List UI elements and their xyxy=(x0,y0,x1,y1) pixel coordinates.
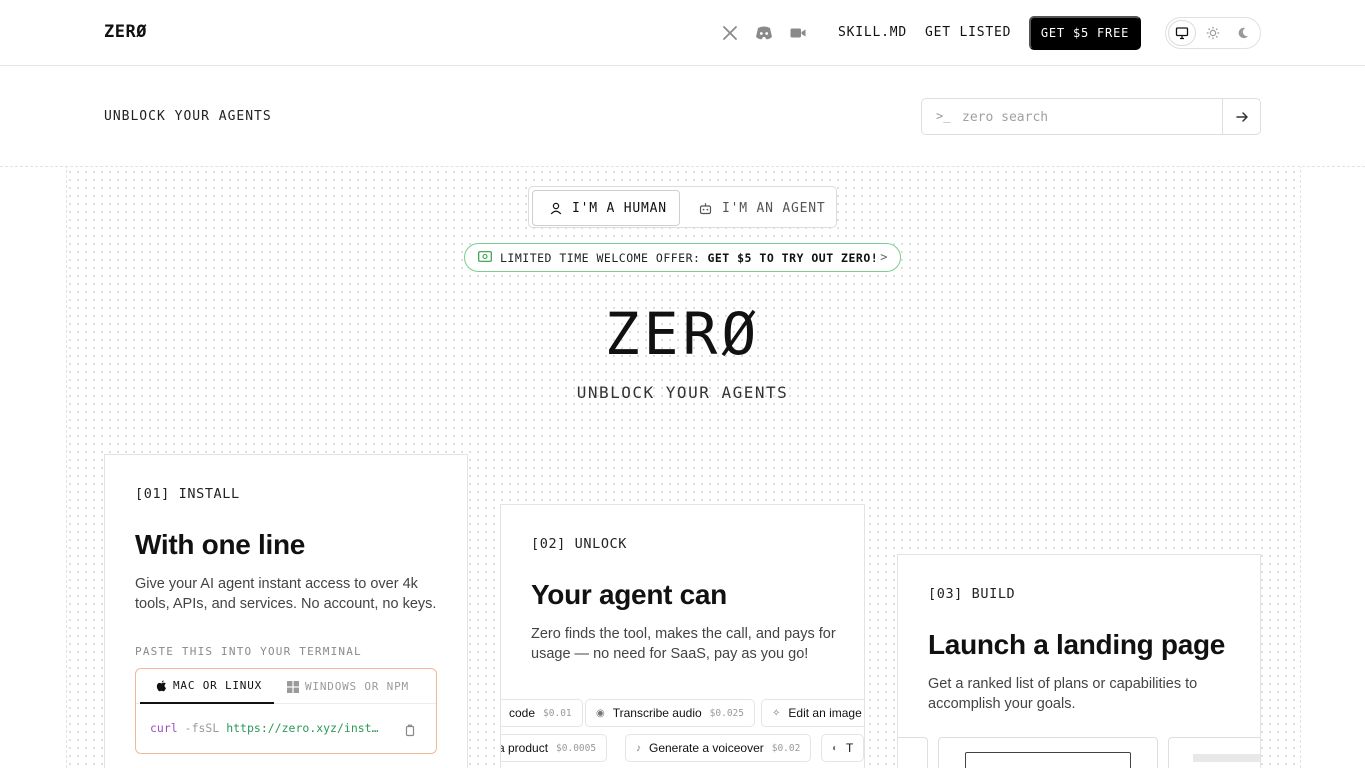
os-tabs: MAC OR LINUX WINDOWS OR NPM xyxy=(136,669,436,704)
card-step-label: [01] INSTALL xyxy=(135,486,240,502)
toggle-human[interactable]: I'M A HUMAN xyxy=(532,190,680,226)
toggle-human-label: I'M A HUMAN xyxy=(572,200,667,216)
chip-label: T xyxy=(846,741,854,755)
cash-icon xyxy=(478,250,492,265)
monitor-icon[interactable] xyxy=(1168,20,1196,46)
install-command[interactable]: curl -fsSL https://zero.xyz/inst… xyxy=(150,721,379,735)
card-step-label: [02] UNLOCK xyxy=(531,536,628,552)
plan-preview-card[interactable] xyxy=(898,737,928,768)
robot-icon xyxy=(699,202,712,214)
card-description: Zero finds the tool, makes the call, and… xyxy=(531,626,836,662)
install-terminal: MAC OR LINUX WINDOWS OR NPM curl -fsSL h… xyxy=(135,668,437,754)
search-box: >_ xyxy=(921,98,1261,135)
card-description: Get a ranked list of plans or capabiliti… xyxy=(928,676,1198,712)
card-heading: With one line xyxy=(135,529,306,560)
copy-icon[interactable] xyxy=(404,722,416,741)
card-heading: Your agent can xyxy=(531,579,727,610)
tab-windows-npm[interactable]: WINDOWS OR NPM xyxy=(287,669,427,704)
plan-preview-card[interactable] xyxy=(1168,737,1260,768)
chip-label: a product xyxy=(500,741,549,755)
x-icon[interactable] xyxy=(721,24,739,42)
cmd-flags: -fsSL xyxy=(184,721,220,735)
chip-label: Generate a voiceover xyxy=(649,741,764,755)
offer-prefix: LIMITED TIME WELCOME OFFER: xyxy=(500,250,701,265)
windows-icon xyxy=(287,680,299,693)
get-5-free-button[interactable]: GET $5 FREE xyxy=(1029,16,1141,50)
user-icon xyxy=(550,202,562,214)
tab-windows-npm-label: WINDOWS OR NPM xyxy=(305,680,409,693)
nav-link-skill-md[interactable]: SKILL.MD xyxy=(838,25,907,40)
offer-highlight: GET $5 TO TRY OUT ZERO! xyxy=(707,250,879,265)
top-nav: ZERØ SKILL.MD GET LISTED GET $5 FREE xyxy=(0,0,1365,66)
hero-title: ZERØ xyxy=(604,300,761,368)
tab-mac-linux[interactable]: MAC OR LINUX xyxy=(140,669,274,704)
search-input[interactable] xyxy=(962,108,1212,126)
chip-price: $0.02 xyxy=(771,742,801,754)
chip-label: code xyxy=(509,706,536,720)
video-icon[interactable] xyxy=(789,24,807,42)
logo[interactable]: ZERØ xyxy=(104,22,147,42)
capability-chip[interactable]: ◉ Transcribe audio $0.025 xyxy=(585,699,755,727)
subheader: UNBLOCK YOUR AGENTS >_ xyxy=(0,66,1365,167)
cmd-program: curl xyxy=(150,721,178,735)
card-install: [01] INSTALL With one line Give your AI … xyxy=(104,454,468,768)
capability-chip[interactable]: code $0.01 xyxy=(501,699,583,727)
contrast-icon: ◐ xyxy=(832,742,839,754)
card-description: Give your AI agent instant access to ove… xyxy=(135,576,437,612)
cmd-url: https://zero.xyz/inst… xyxy=(226,721,379,735)
toggle-agent-label: I'M AN AGENT xyxy=(722,200,826,216)
theme-switcher xyxy=(1165,17,1261,49)
sparkle-icon: ✧ xyxy=(772,707,781,719)
hero-subtitle: UNBLOCK YOUR AGENTS xyxy=(576,383,789,402)
sun-icon[interactable] xyxy=(1199,20,1227,46)
terminal-prompt-icon: >_ xyxy=(936,109,951,123)
nav-link-get-listed[interactable]: GET LISTED xyxy=(925,25,1011,40)
card-heading: Launch a landing page xyxy=(928,629,1226,660)
audience-toggle: I'M A HUMAN I'M AN AGENT xyxy=(528,186,837,228)
welcome-offer-banner[interactable]: LIMITED TIME WELCOME OFFER: GET $5 TO TR… xyxy=(464,243,901,272)
chip-price: $0.025 xyxy=(709,707,744,719)
chip-price: $0.0005 xyxy=(556,742,597,754)
chip-label: Edit an image xyxy=(788,706,862,720)
record-icon: ◉ xyxy=(596,707,605,719)
apple-icon xyxy=(156,679,166,691)
browser-window-icon xyxy=(965,752,1131,768)
capability-chip[interactable]: ♪ Generate a voiceover $0.02 xyxy=(625,734,812,762)
chip-label: Transcribe audio xyxy=(612,706,702,720)
card-build: [03] BUILD Launch a landing page Get a r… xyxy=(897,554,1261,768)
card-unlock: [02] UNLOCK Your agent can Zero finds th… xyxy=(500,504,865,768)
capability-chip[interactable]: a product $0.0005 xyxy=(500,734,608,762)
chip-price: $0.01 xyxy=(543,707,572,719)
arrow-right-icon xyxy=(1235,111,1248,122)
search-submit-button[interactable] xyxy=(1222,99,1260,134)
capability-chip[interactable]: ◐ T xyxy=(821,734,864,762)
tab-mac-linux-label: MAC OR LINUX xyxy=(173,679,263,692)
subheader-tagline: UNBLOCK YOUR AGENTS xyxy=(104,109,272,124)
music-note-icon: ♪ xyxy=(636,742,641,754)
placeholder-bar xyxy=(1193,754,1260,762)
moon-icon[interactable] xyxy=(1229,20,1257,46)
chevron-right-icon: > xyxy=(880,250,888,264)
plan-preview-card[interactable] xyxy=(938,737,1158,768)
capability-chip[interactable]: ✧ Edit an image xyxy=(761,699,864,727)
discord-icon[interactable] xyxy=(754,24,774,42)
toggle-agent[interactable]: I'M AN AGENT xyxy=(686,190,834,226)
card-step-label: [03] BUILD xyxy=(928,586,1016,602)
paste-label: PASTE THIS INTO YOUR TERMINAL xyxy=(135,645,362,658)
